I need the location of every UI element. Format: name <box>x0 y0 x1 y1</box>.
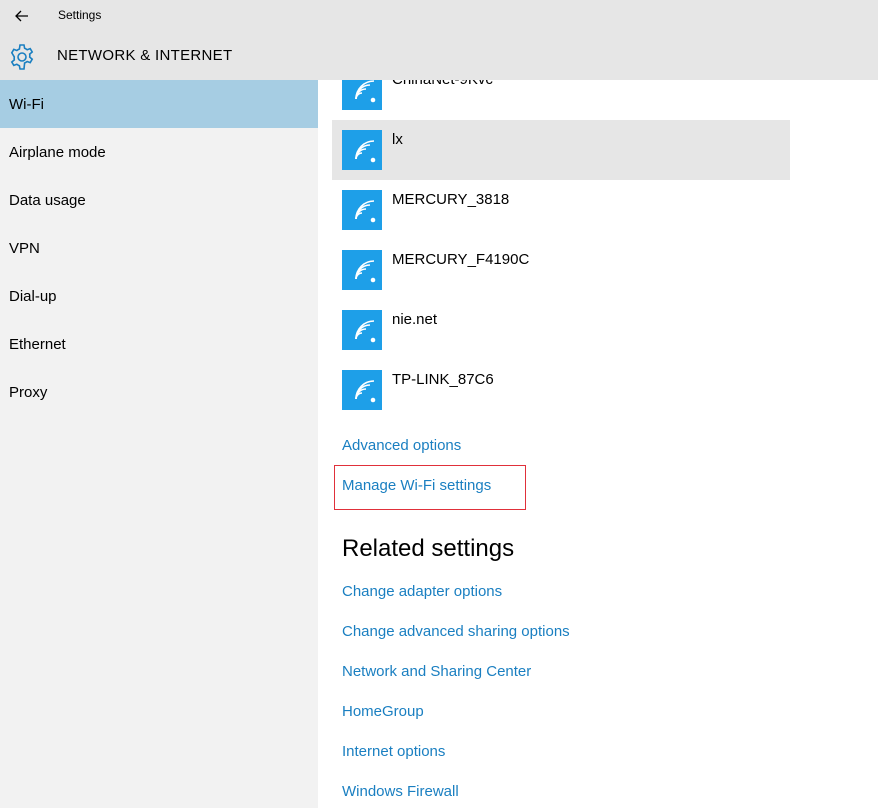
sidebar-item-ethernet[interactable]: Ethernet <box>0 320 318 368</box>
change-adapter-options-link[interactable]: Change adapter options <box>342 583 502 600</box>
network-item[interactable]: ChinaNet-9Kvc <box>332 80 790 120</box>
network-item[interactable]: MERCURY_F4190C <box>332 240 790 300</box>
title-bar: Settings <box>0 0 878 32</box>
app-title: Settings <box>58 8 102 22</box>
internet-options-link[interactable]: Internet options <box>342 743 445 760</box>
wifi-signal-icon <box>342 130 382 170</box>
network-item[interactable]: nie.net <box>332 300 790 360</box>
gear-icon <box>10 44 34 70</box>
manage-wifi-settings-link[interactable]: Manage Wi-Fi settings <box>342 477 491 494</box>
homegroup-link[interactable]: HomeGroup <box>342 703 424 720</box>
related-settings-heading: Related settings <box>342 535 515 562</box>
network-name: ChinaNet-9Kvc <box>392 80 493 88</box>
network-item[interactable]: MERCURY_3818 <box>332 180 790 240</box>
back-button[interactable] <box>8 4 36 28</box>
header-bar: Settings NETWORK & INTERNET <box>0 0 878 80</box>
sidebar: Wi-Fi Airplane mode Data usage VPN Dial-… <box>0 80 318 808</box>
network-name: nie.net <box>392 311 438 328</box>
sidebar-item-data-usage[interactable]: Data usage <box>0 176 318 224</box>
advanced-options-link[interactable]: Advanced options <box>342 437 461 454</box>
sidebar-item-airplane-mode[interactable]: Airplane mode <box>0 128 318 176</box>
network-item[interactable]: TP-LINK_87C6 <box>332 360 790 420</box>
sidebar-item-vpn[interactable]: VPN <box>0 224 318 272</box>
section-header: NETWORK & INTERNET <box>0 38 878 76</box>
network-name: lx <box>392 131 403 148</box>
back-arrow-icon <box>15 10 28 22</box>
network-name: TP-LINK_87C6 <box>392 371 494 388</box>
wifi-signal-icon <box>342 80 382 110</box>
network-and-sharing-center-link[interactable]: Network and Sharing Center <box>342 663 531 680</box>
change-advanced-sharing-options-link[interactable]: Change advanced sharing options <box>342 623 570 640</box>
network-name: MERCURY_3818 <box>392 191 510 208</box>
wifi-signal-icon <box>342 310 382 350</box>
sidebar-item-dial-up[interactable]: Dial-up <box>0 272 318 320</box>
sidebar-item-proxy[interactable]: Proxy <box>0 368 318 416</box>
windows-firewall-link[interactable]: Windows Firewall <box>342 783 459 800</box>
wifi-signal-icon <box>342 190 382 230</box>
network-item-selected[interactable]: lx <box>332 120 790 180</box>
wifi-signal-icon <box>342 250 382 290</box>
network-name: MERCURY_F4190C <box>392 251 530 268</box>
sidebar-item-wifi[interactable]: Wi-Fi <box>0 80 318 128</box>
wifi-signal-icon <box>342 370 382 410</box>
content-pane: ChinaNet-9Kvc lx <box>318 80 878 808</box>
section-title: NETWORK & INTERNET <box>57 47 233 64</box>
